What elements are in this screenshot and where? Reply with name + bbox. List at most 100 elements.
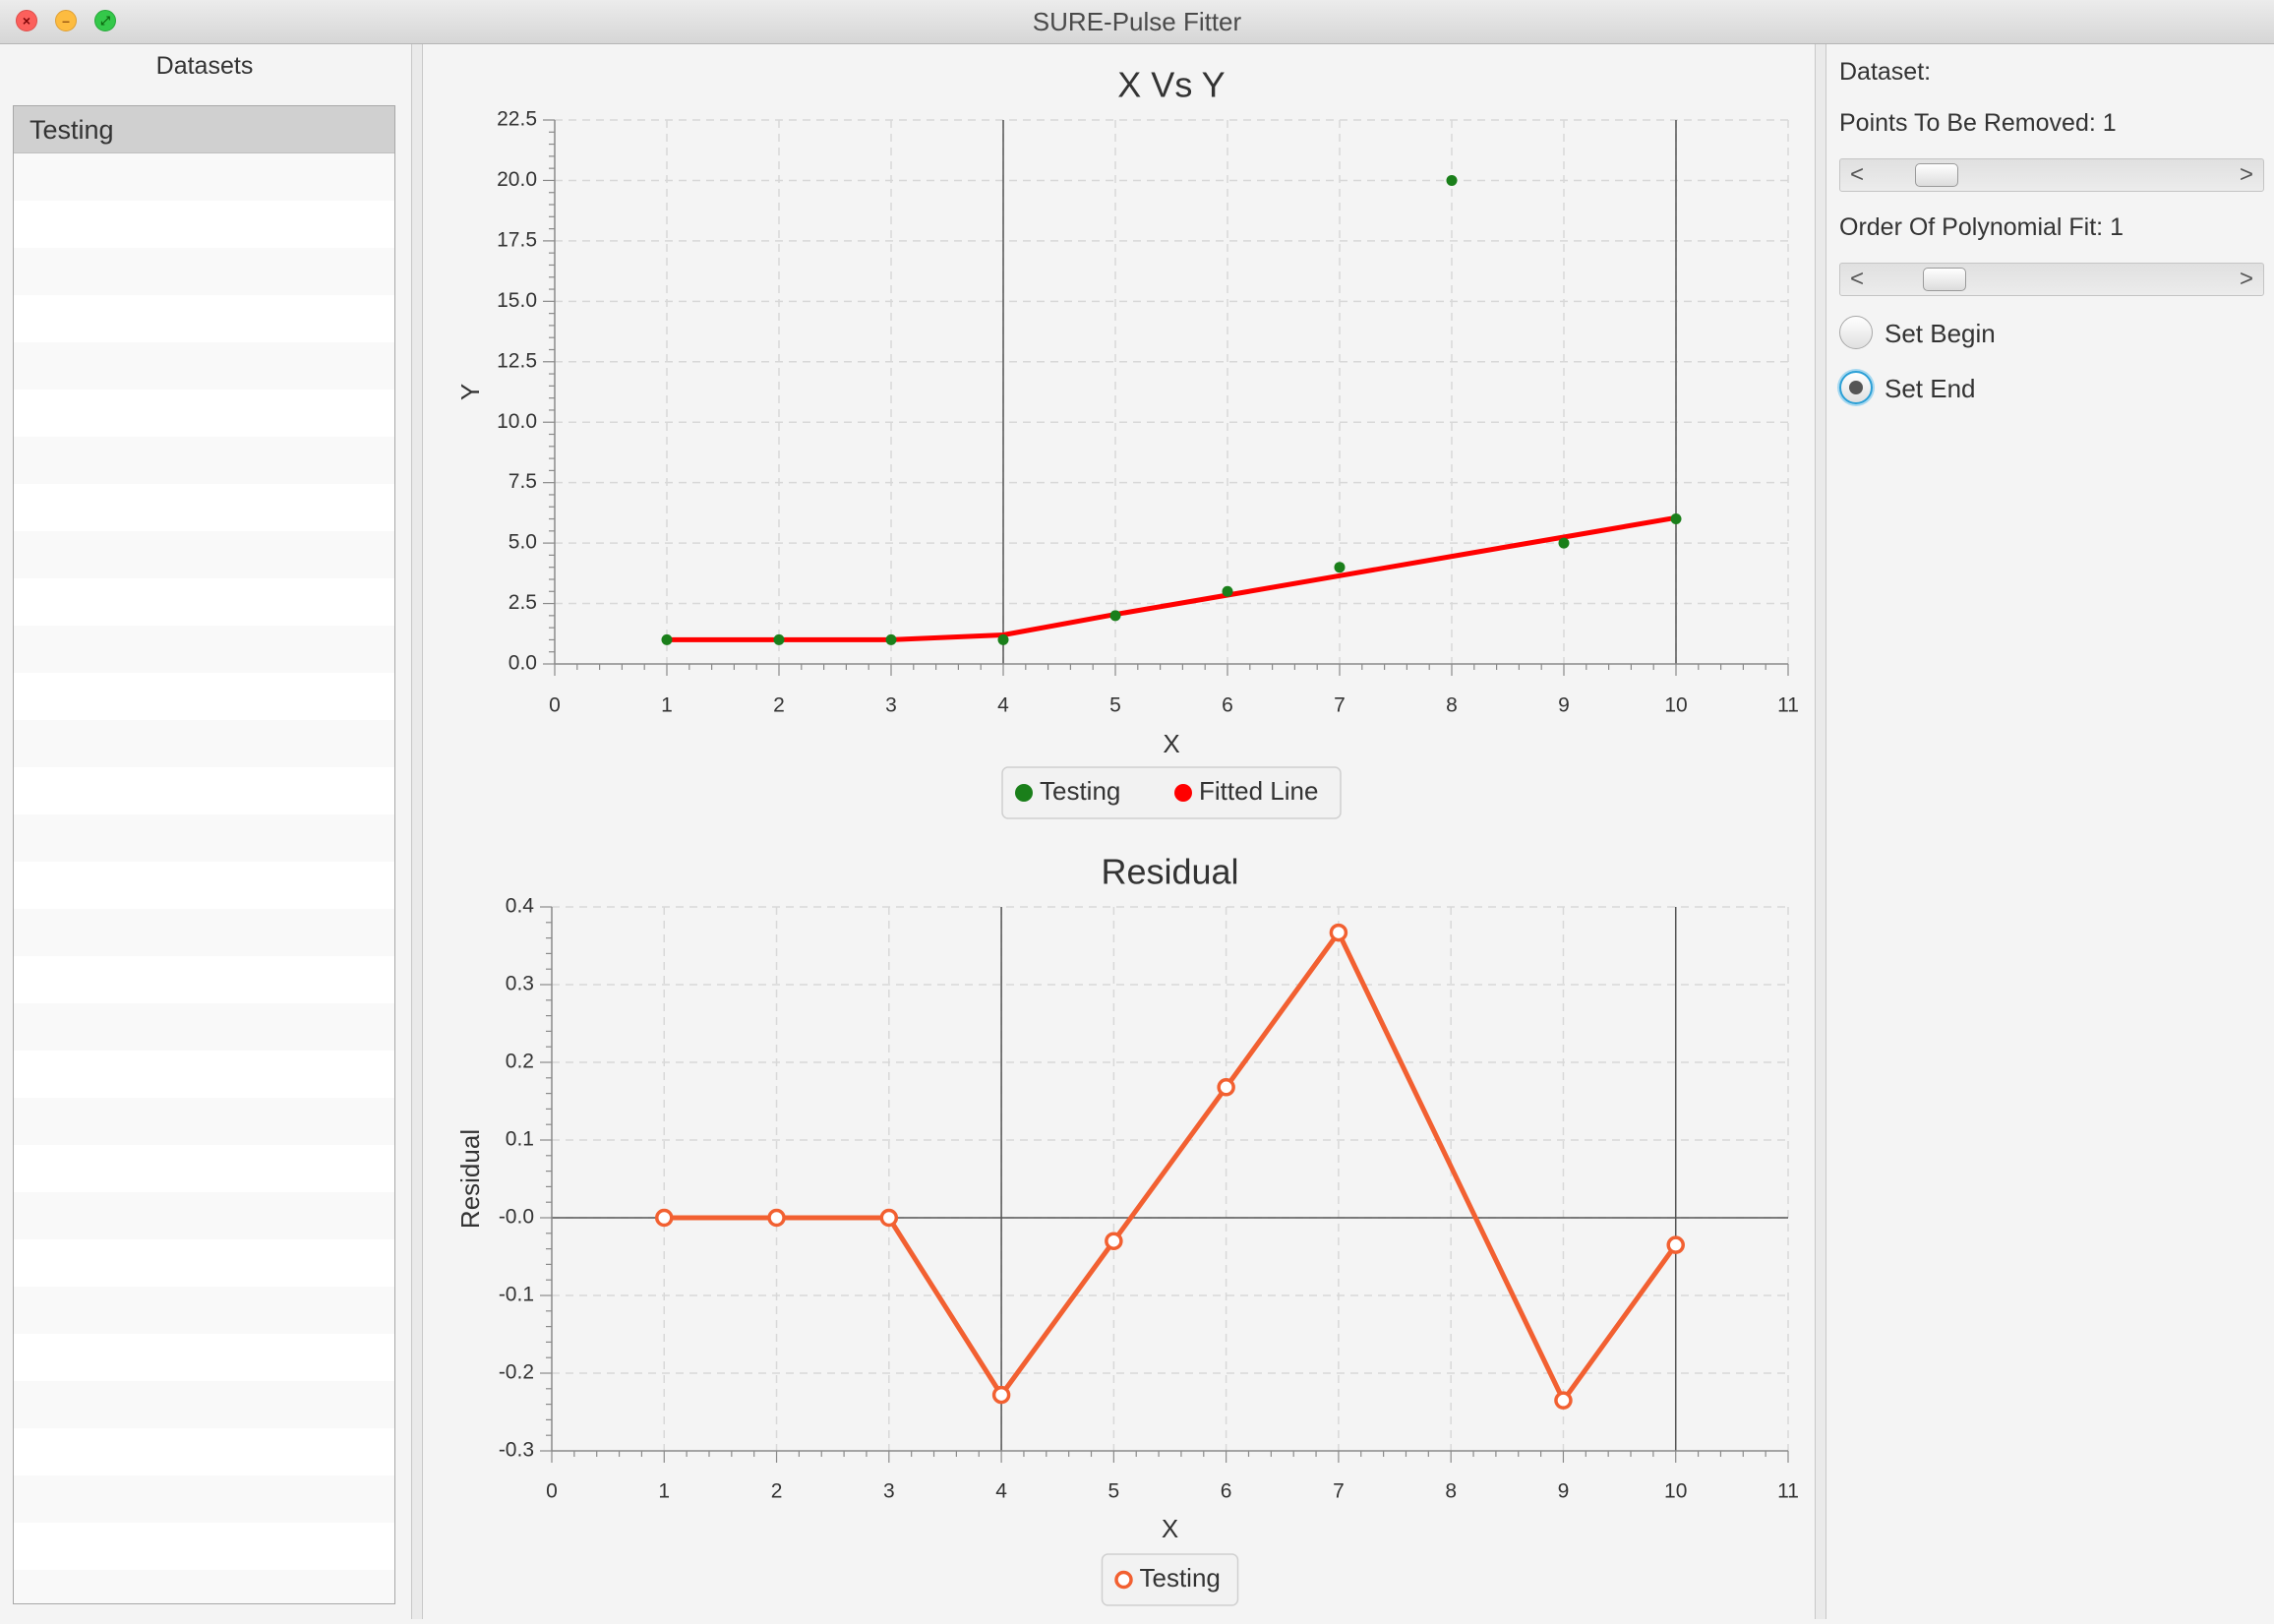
- dataset-list-empty-row[interactable]: [14, 720, 394, 767]
- y-tick-label: 0.2: [506, 1051, 534, 1073]
- dataset-list-empty-row[interactable]: [14, 342, 394, 390]
- dataset-list-empty-row[interactable]: [14, 295, 394, 342]
- dataset-list-empty-row[interactable]: [14, 578, 394, 626]
- dataset-list-empty-row[interactable]: [14, 390, 394, 437]
- dataset-list-empty-row[interactable]: [14, 248, 394, 295]
- x-tick-label: 1: [661, 694, 673, 717]
- x-tick-label: 0: [546, 1480, 558, 1503]
- chart-0-group: X Vs Y 0 1 2 3 4 5 6 7 8 9 10 11 0.0 2.5 5.0 7.5 10.0 12.5…: [455, 65, 1799, 819]
- data-point: [997, 633, 1009, 645]
- dataset-list-empty-row[interactable]: [14, 1239, 394, 1287]
- y-tick-label: 17.5: [497, 228, 537, 251]
- dataset-list[interactable]: Testing: [13, 105, 395, 1604]
- radio-selected-dot-icon: [1849, 381, 1863, 394]
- residual-series-line: [664, 930, 1678, 1404]
- dataset-list-empty-row[interactable]: [14, 201, 394, 248]
- x-tick-label: 10: [1664, 694, 1687, 717]
- dataset-list-empty-row[interactable]: [14, 673, 394, 720]
- legend-label-testing: Testing: [1140, 1563, 1221, 1593]
- x-tick-label: 0: [549, 694, 561, 717]
- dataset-list-empty-row[interactable]: [14, 1381, 394, 1428]
- dataset-list-empty-row[interactable]: [14, 1287, 394, 1334]
- dataset-list-empty-row[interactable]: [14, 1570, 394, 1603]
- x-tick-label: 1: [658, 1480, 670, 1503]
- legend-marker-fitted-line: [1174, 784, 1192, 802]
- points-removed-slider-thumb[interactable]: [1915, 163, 1958, 187]
- y-tick-label: 15.0: [497, 289, 537, 312]
- scroll-right-icon[interactable]: >: [2232, 264, 2261, 295]
- dataset-list-empty-row[interactable]: [14, 909, 394, 956]
- datasets-title: Datasets: [155, 52, 254, 80]
- y-tick-label: 0.0: [509, 652, 537, 675]
- x-tick-label: 7: [1333, 1480, 1345, 1503]
- x-tick-label: 8: [1445, 1480, 1457, 1503]
- x-axis-label: X: [1163, 729, 1179, 758]
- x-tick-label: 3: [883, 1480, 895, 1503]
- legend-label-testing: Testing: [1040, 776, 1120, 806]
- data-point: [1222, 585, 1233, 597]
- controls-panel: Dataset: Points To Be Removed: 1 < > Ord…: [1827, 44, 2274, 1619]
- fitted-line-series: [667, 514, 1677, 642]
- dataset-list-empty-row[interactable]: [14, 531, 394, 578]
- set-end-radio-button[interactable]: [1839, 371, 1873, 404]
- dataset-list-empty-row[interactable]: [14, 862, 394, 909]
- y-tick-label: 2.5: [509, 591, 537, 614]
- data-point: [1670, 513, 1682, 525]
- data-point: [1446, 174, 1458, 186]
- dataset-list-empty-row[interactable]: [14, 484, 394, 531]
- dataset-list-empty-row[interactable]: [14, 1003, 394, 1051]
- scroll-right-icon[interactable]: >: [2232, 159, 2261, 191]
- data-point: [1109, 610, 1121, 622]
- y-axis-label: Residual: [455, 1129, 485, 1229]
- plot-area: [655, 923, 1685, 1410]
- points-removed-slider[interactable]: < >: [1839, 158, 2264, 192]
- dataset-list-empty-row[interactable]: [14, 1145, 394, 1192]
- residual-point: [879, 1208, 899, 1228]
- split-pane-divider-right[interactable]: [1815, 44, 1826, 1619]
- y-tick-label: 22.5: [497, 108, 537, 131]
- y-tick-label: 0.4: [506, 895, 535, 918]
- dataset-list-empty-row[interactable]: [14, 1523, 394, 1570]
- y-tick-label: -0.1: [499, 1284, 534, 1306]
- y-tick-label: 10.0: [497, 410, 537, 433]
- data-point: [661, 633, 673, 645]
- residual-point: [655, 1208, 674, 1228]
- x-tick-label: 5: [1109, 694, 1121, 717]
- set-begin-radio-button[interactable]: [1839, 316, 1873, 349]
- dataset-label: Dataset:: [1839, 58, 1932, 86]
- dataset-list-empty-row[interactable]: [14, 1475, 394, 1523]
- data-point: [1558, 537, 1570, 549]
- dataset-list-empty-row[interactable]: [14, 1334, 394, 1381]
- dataset-list-item[interactable]: Testing: [14, 106, 394, 153]
- x-tick-label: 11: [1777, 1480, 1799, 1503]
- x-tick-label: 10: [1664, 1480, 1687, 1503]
- dataset-list-empty-row[interactable]: [14, 437, 394, 484]
- residual-point: [767, 1208, 786, 1228]
- dataset-list-empty-row[interactable]: [14, 956, 394, 1003]
- data-point: [773, 633, 785, 645]
- dataset-list-empty-row[interactable]: [14, 1192, 394, 1239]
- polynomial-order-slider[interactable]: < >: [1839, 263, 2264, 296]
- dataset-list-empty-row[interactable]: [14, 1051, 394, 1098]
- y-tick-label: 7.5: [509, 470, 537, 493]
- scroll-left-icon[interactable]: <: [1842, 264, 1872, 295]
- data-point: [885, 633, 897, 645]
- y-tick-label: 20.0: [497, 168, 537, 191]
- dataset-list-empty-row[interactable]: [14, 814, 394, 862]
- window-title: SURE-Pulse Fitter: [1032, 7, 1242, 36]
- dataset-list-empty-row[interactable]: [14, 1428, 394, 1475]
- y-tick-label: 0.1: [506, 1128, 534, 1151]
- dataset-list-empty-row[interactable]: [14, 153, 394, 201]
- chart-title: Residual: [1101, 852, 1238, 892]
- x-tick-label: 6: [1222, 694, 1233, 717]
- dataset-list-empty-row[interactable]: [14, 767, 394, 814]
- dataset-list-empty-row[interactable]: [14, 1098, 394, 1145]
- polynomial-order-slider-thumb[interactable]: [1923, 268, 1966, 291]
- residual-point: [1554, 1391, 1573, 1410]
- y-tick-label: -0.0: [499, 1206, 534, 1229]
- data-point: [1334, 562, 1346, 573]
- chart-title: X Vs Y: [1117, 65, 1225, 105]
- split-pane-divider-left[interactable]: [411, 44, 423, 1619]
- dataset-list-empty-row[interactable]: [14, 626, 394, 673]
- scroll-left-icon[interactable]: <: [1842, 159, 1872, 191]
